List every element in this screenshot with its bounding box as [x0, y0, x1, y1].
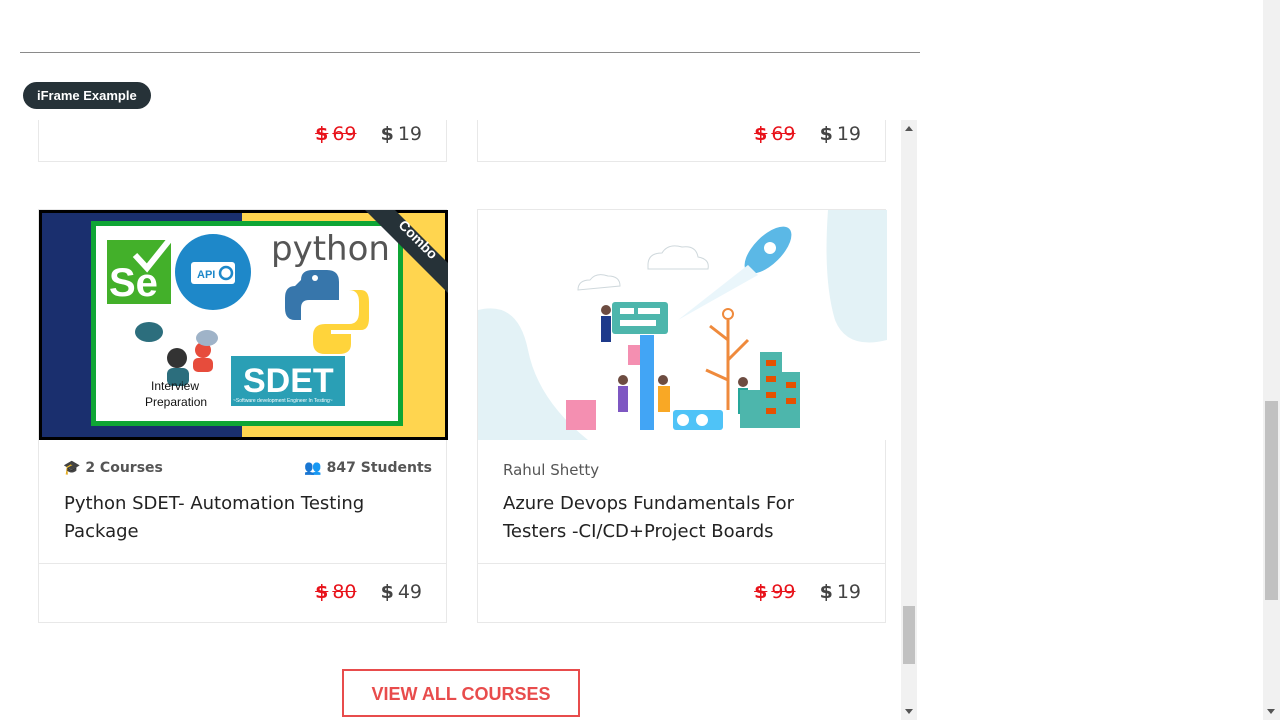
scroll-up-arrow-icon[interactable] [905, 126, 913, 131]
course-thumbnail[interactable] [478, 210, 887, 440]
python-sdet-thumbnail-image: Se API python Interview Preparation SDET… [39, 210, 448, 440]
price-block: $80 $49 [315, 581, 422, 603]
course-card-azure-devops[interactable]: Rahul Shetty Azure Devops Fundamentals F… [477, 209, 887, 623]
course-card-top-right[interactable]: $69 $19 [477, 120, 886, 162]
course-card-python-sdet[interactable]: Se API python Interview Preparation SDET… [38, 209, 448, 623]
users-icon: 👥 [304, 460, 322, 476]
azure-devops-thumbnail-image [478, 210, 887, 440]
students-count: 👥 847 Students [304, 460, 432, 476]
page-scroll-thumb[interactable] [1265, 401, 1278, 600]
sdet-text: SDET [243, 362, 334, 400]
scroll-down-arrow-icon[interactable] [905, 709, 913, 714]
courses-count: 🎓 2 Courses [63, 460, 163, 476]
price-block: $69 $19 [315, 123, 422, 145]
course-title[interactable]: Python SDET- Automation Testing Package [64, 490, 364, 546]
top-divider [20, 52, 920, 53]
old-price: $69 [315, 123, 357, 145]
old-price: $69 [754, 123, 796, 145]
new-price: $19 [380, 123, 422, 145]
course-author: Rahul Shetty [503, 461, 600, 479]
graduation-cap-icon: 🎓 [63, 460, 81, 476]
iframe-panel[interactable]: $69 $19 $69 $19 Se API python Interview … [20, 120, 917, 720]
old-price: $80 [315, 581, 357, 603]
course-thumbnail[interactable]: Se API python Interview Preparation SDET… [39, 210, 448, 440]
price-block: $69 $19 [754, 123, 861, 145]
page-scroll-down-arrow-icon[interactable] [1267, 709, 1275, 714]
api-icon-text: API [197, 269, 215, 281]
price-block: $99 $19 [754, 581, 861, 603]
python-text: python [271, 229, 390, 269]
new-price: $19 [819, 581, 861, 603]
iframe-example-badge: iFrame Example [23, 82, 151, 109]
card-footer-divider [478, 563, 885, 564]
new-price: $49 [380, 581, 422, 603]
scroll-thumb[interactable] [903, 606, 915, 664]
page-scrollbar[interactable] [1263, 0, 1280, 720]
selenium-logo-text: Se [109, 261, 158, 305]
card-footer-divider [39, 563, 446, 564]
new-price: $19 [819, 123, 861, 145]
iframe-scrollbar[interactable] [901, 120, 917, 720]
preparation-text: Preparation [145, 395, 207, 409]
sdet-subtitle: ~Software development Engineer In Testin… [233, 398, 333, 404]
old-price: $99 [754, 581, 796, 603]
interview-text: Interview [151, 379, 199, 393]
view-all-courses-button[interactable]: VIEW ALL COURSES [342, 669, 580, 717]
course-title[interactable]: Azure Devops Fundamentals For Testers -CI… [503, 490, 794, 546]
course-card-top-left[interactable]: $69 $19 [38, 120, 447, 162]
